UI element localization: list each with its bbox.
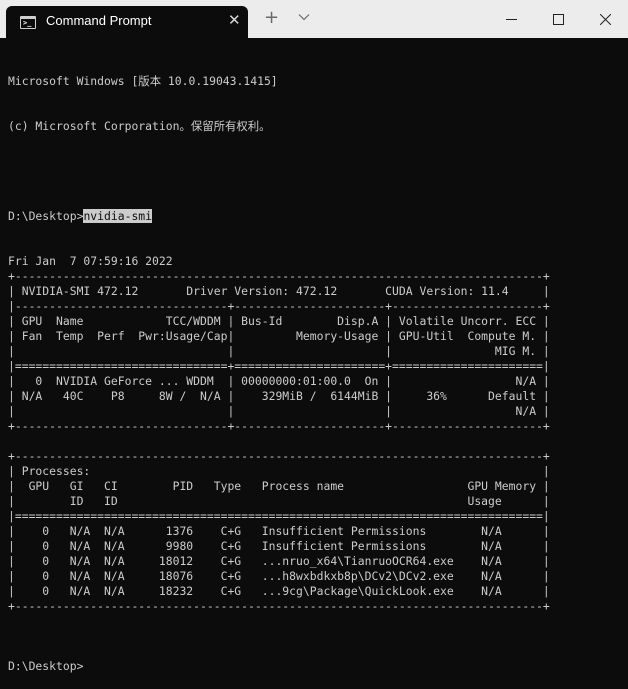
minimize-icon [505,18,517,20]
output-line: | GPU GI CI PID Type Process name GPU Me… [8,479,550,493]
maximize-icon [552,13,564,25]
output-line: +---------------------------------------… [8,269,550,283]
output-line: | 0 N/A N/A 9980 C+G Insufficient Permis… [8,539,550,553]
prompt: D:\Desktop> [8,209,84,223]
command-output: Fri Jan 7 07:59:16 2022 +----------------… [8,254,550,629]
maximize-button[interactable] [535,0,581,38]
output-line: | | | MIG M. | [8,344,550,358]
command-line: D:\Desktop>nvidia-smi [8,209,550,224]
close-icon[interactable]: ✕ [228,11,241,29]
output-line: |===============================+=======… [8,359,550,373]
output-line: | NVIDIA-SMI 472.12 Driver Version: 472.… [8,284,550,298]
output-line: | 0 N/A N/A 18076 C+G ...h8wxbdkxb8p\DCv… [8,569,550,583]
close-window-button[interactable] [582,0,628,38]
title-bar: >_ Command Prompt ✕ + [0,0,628,38]
tab-title: Command Prompt [46,13,152,28]
terminal-output[interactable]: Microsoft Windows [版本 10.0.19043.1415] (… [8,44,550,689]
output-line: Fri Jan 7 07:59:16 2022 [8,254,173,268]
window-close-icon [599,13,611,25]
output-line: | 0 N/A N/A 18012 C+G ...nruo_x64\Tianru… [8,554,550,568]
final-prompt: D:\Desktop> [8,659,84,673]
banner-line: (c) Microsoft Corporation。保留所有权利。 [8,119,271,133]
output-line: | | | N/A | [8,404,550,418]
output-line: | 0 NVIDIA GeForce ... WDDM | 00000000:0… [8,374,550,388]
banner-line: Microsoft Windows [版本 10.0.19043.1415] [8,74,278,88]
plus-icon[interactable]: + [264,9,279,27]
output-line: | Fan Temp Perf Pwr:Usage/Cap| Memory-Us… [8,329,550,343]
output-line: | GPU Name TCC/WDDM | Bus-Id Disp.A | Vo… [8,314,550,328]
minimize-button[interactable] [488,0,534,38]
output-line: +---------------------------------------… [8,449,550,463]
command-prompt-icon: >_ [20,16,36,29]
output-line: +-------------------------------+-------… [8,419,550,433]
output-line: +---------------------------------------… [8,599,550,613]
output-line: | 0 N/A N/A 1376 C+G Insufficient Permis… [8,524,550,538]
chevron-down-icon[interactable] [298,11,310,23]
output-line: |=======================================… [8,509,550,523]
tab-command-prompt[interactable]: >_ Command Prompt ✕ [6,6,248,38]
output-line: |-------------------------------+-------… [8,299,550,313]
command-text: nvidia-smi [83,209,153,223]
output-line: | Processes: | [8,464,550,478]
output-line: | 0 N/A N/A 18232 C+G ...9cg\Package\Qui… [8,584,550,598]
output-line: | N/A 40C P8 8W / N/A | 329MiB / 6144MiB… [8,389,550,403]
